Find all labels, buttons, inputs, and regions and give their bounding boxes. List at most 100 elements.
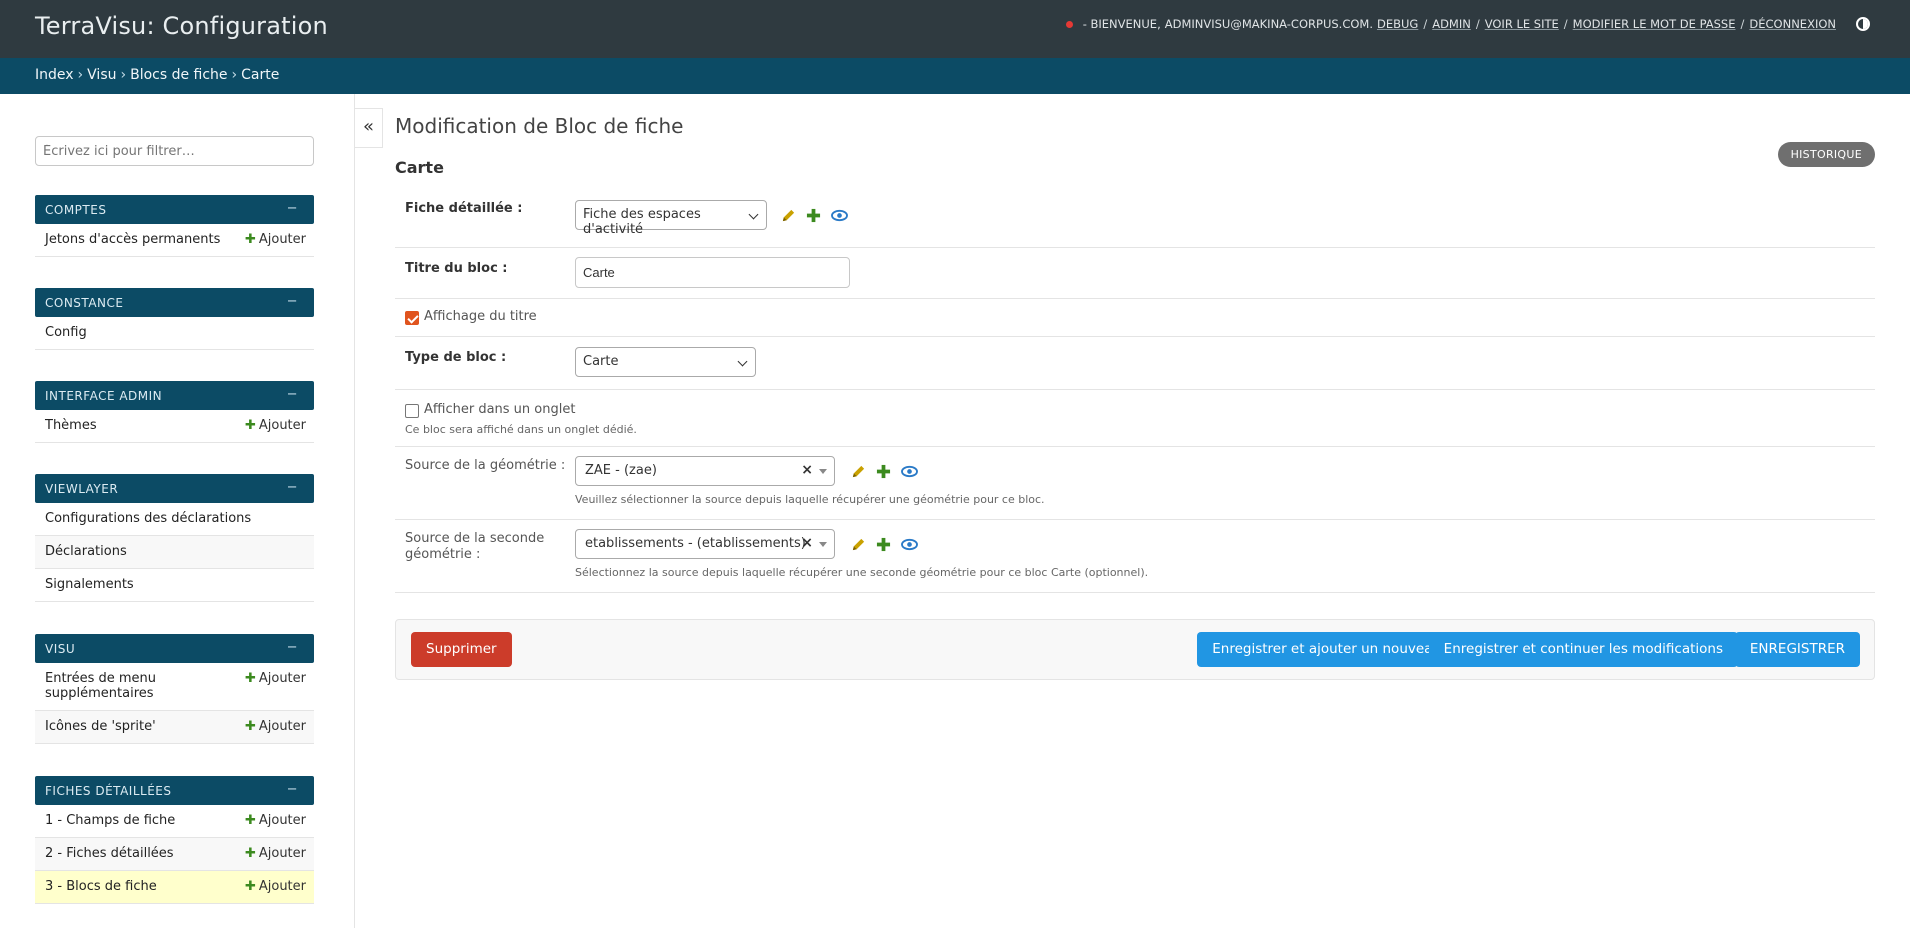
collapse-icon[interactable]: −	[287, 294, 298, 309]
submit-row: Supprimer Enregistrer et ajouter un nouv…	[395, 619, 1875, 680]
clear-icon[interactable]: ×	[801, 462, 813, 478]
related-actions	[851, 537, 918, 552]
source2-select[interactable]: etablissements - (etablissements) ×	[575, 529, 835, 559]
sidebar-item-fiches-detaillees[interactable]: 2 - Fiches détaillées ✚ Ajouter	[35, 838, 314, 871]
user-tools: - Bienvenue, adminvisu@makina-corpus.com…	[1065, 17, 1870, 31]
help-text: Veuillez sélectionner la source depuis l…	[575, 493, 1045, 506]
separator: /	[1563, 17, 1568, 31]
plus-icon: ✚	[244, 719, 256, 734]
collapse-icon[interactable]: −	[287, 387, 298, 402]
save-button[interactable]: ENREGISTRER	[1734, 632, 1860, 667]
breadcrumb: Index › Visu › Blocs de fiche › Carte	[0, 58, 1910, 94]
caret-down-icon	[819, 542, 827, 547]
sidebar-item-declarations[interactable]: Déclarations	[35, 536, 314, 569]
module-header[interactable]: ViewLayer −	[35, 474, 314, 503]
form-row-fiche: Fiche détaillée : Fiche des espaces d'ac…	[395, 190, 1875, 248]
collapse-icon[interactable]: −	[287, 480, 298, 495]
sidebar-item-jetons[interactable]: Jetons d'accès permanents ✚ Ajouter	[35, 224, 314, 257]
debug-link[interactable]: Debug	[1377, 17, 1418, 31]
add-link[interactable]: ✚ Ajouter	[245, 846, 306, 861]
caret-down-icon	[819, 469, 827, 474]
sidebar-item-icones-sprite[interactable]: Icônes de 'sprite' ✚ Ajouter	[35, 711, 314, 744]
save-and-continue-button[interactable]: Enregistrer et continuer les modificatio…	[1428, 632, 1738, 667]
related-actions	[781, 208, 848, 223]
module-constance: Constance − Config	[35, 288, 314, 350]
field-label: Source de la seconde géométrie :	[405, 531, 545, 562]
separator: /	[1475, 17, 1480, 31]
add-link[interactable]: ✚ Ajouter	[245, 879, 306, 894]
fiche-select[interactable]: Fiche des espaces d'activité	[575, 200, 767, 237]
sidebar-item-themes[interactable]: Thèmes ✚ Ajouter	[35, 410, 314, 443]
module-fiches-detaillees: Fiches détaillées − 1 - Champs de fiche …	[35, 776, 314, 904]
module-header[interactable]: Comptes −	[35, 195, 314, 224]
clear-icon[interactable]: ×	[801, 535, 813, 551]
nav-filter-input[interactable]	[35, 136, 314, 166]
form-row-onglet: Afficher dans un onglet Ce bloc sera aff…	[395, 390, 1875, 447]
module-comptes: Comptes − Jetons d'accès permanents ✚ Ajo…	[35, 195, 314, 257]
form-row-affichage: Affichage du titre	[395, 299, 1875, 337]
history-button[interactable]: Historique	[1777, 142, 1875, 167]
add-link[interactable]: ✚ Ajouter	[245, 671, 306, 686]
sidebar-item-signalements[interactable]: Signalements	[35, 569, 314, 602]
onglet-checkbox[interactable]	[405, 404, 419, 418]
source1-select[interactable]: ZAE - (zae) ×	[575, 456, 835, 486]
add-link[interactable]: ✚ Ajouter	[245, 813, 306, 828]
pencil-icon[interactable]	[781, 208, 796, 223]
add-link[interactable]: ✚ Ajouter	[245, 418, 306, 433]
sidebar-item-entrees-menu[interactable]: Entrées de menu supplémentaires ✚ Ajouter	[35, 663, 314, 711]
eye-icon[interactable]	[831, 208, 848, 223]
plus-icon: ✚	[244, 813, 256, 828]
help-text: Sélectionnez la source depuis laquelle r…	[575, 566, 1149, 579]
module-header[interactable]: Visu −	[35, 634, 314, 663]
header: TerraVisu: Configuration - Bienvenue, ad…	[0, 0, 1910, 58]
admin-link[interactable]: Admin	[1432, 17, 1471, 31]
help-text: Ce bloc sera affiché dans un onglet dédi…	[405, 423, 637, 436]
breadcrumb-index[interactable]: Index	[35, 67, 74, 83]
sidebar-item-configurations-declarations[interactable]: Configurations des déclarations	[35, 503, 314, 536]
pencil-icon[interactable]	[851, 537, 866, 552]
change-password-link[interactable]: Modifier le mot de passe	[1573, 17, 1736, 31]
checkbox-label[interactable]: Affichage du titre	[424, 309, 537, 324]
pencil-icon[interactable]	[851, 464, 866, 479]
related-actions	[851, 464, 918, 479]
site-branding[interactable]: TerraVisu: Configuration	[35, 12, 328, 40]
form-row-source1: Source de la géométrie : ZAE - (zae) × V…	[395, 447, 1875, 520]
eye-icon[interactable]	[901, 464, 918, 479]
collapse-icon[interactable]: −	[287, 782, 298, 797]
plus-icon: ✚	[244, 846, 256, 861]
add-link[interactable]: ✚ Ajouter	[245, 232, 306, 247]
checkbox-label[interactable]: Afficher dans un onglet	[424, 402, 575, 417]
delete-button[interactable]: Supprimer	[411, 632, 512, 667]
sidebar-item-champs-fiche[interactable]: 1 - Champs de fiche ✚ Ajouter	[35, 805, 314, 838]
collapse-icon[interactable]: −	[287, 640, 298, 655]
user-name: adminvisu@makina-corpus.com.	[1164, 17, 1373, 31]
plus-icon[interactable]	[876, 464, 891, 479]
breadcrumb-blocs[interactable]: Blocs de fiche	[130, 67, 227, 83]
titre-input[interactable]	[575, 257, 850, 288]
collapse-icon[interactable]: −	[287, 201, 298, 216]
plus-icon: ✚	[244, 232, 256, 247]
plus-icon: ✚	[244, 418, 256, 433]
plus-icon[interactable]	[806, 208, 821, 223]
affichage-checkbox[interactable]	[405, 311, 419, 325]
sidebar-toggle-button[interactable]: «	[355, 108, 383, 148]
module-header[interactable]: Interface Admin −	[35, 381, 314, 410]
object-title: Carte	[395, 158, 444, 177]
module-header[interactable]: Fiches détaillées −	[35, 776, 314, 805]
module-visu: Visu − Entrées de menu supplémentaires ✚…	[35, 634, 314, 744]
logout-link[interactable]: Déconnexion	[1749, 17, 1836, 31]
view-site-link[interactable]: Voir le site	[1485, 17, 1559, 31]
eye-icon[interactable]	[901, 537, 918, 552]
add-link[interactable]: ✚ Ajouter	[245, 719, 306, 734]
breadcrumb-visu[interactable]: Visu	[87, 67, 116, 83]
module-header[interactable]: Constance −	[35, 288, 314, 317]
welcome-text: - Bienvenue,	[1082, 17, 1161, 31]
type-select[interactable]: Carte	[575, 347, 756, 377]
save-and-add-button[interactable]: Enregistrer et ajouter un nouveau	[1197, 632, 1456, 667]
chevron-down-icon	[737, 356, 748, 367]
chevron-down-icon	[748, 209, 759, 220]
sidebar-item-blocs-fiche[interactable]: 3 - Blocs de fiche ✚ Ajouter	[35, 871, 314, 904]
plus-icon[interactable]	[876, 537, 891, 552]
sidebar-item-config[interactable]: Config	[35, 317, 314, 350]
contrast-icon[interactable]	[1856, 17, 1870, 31]
